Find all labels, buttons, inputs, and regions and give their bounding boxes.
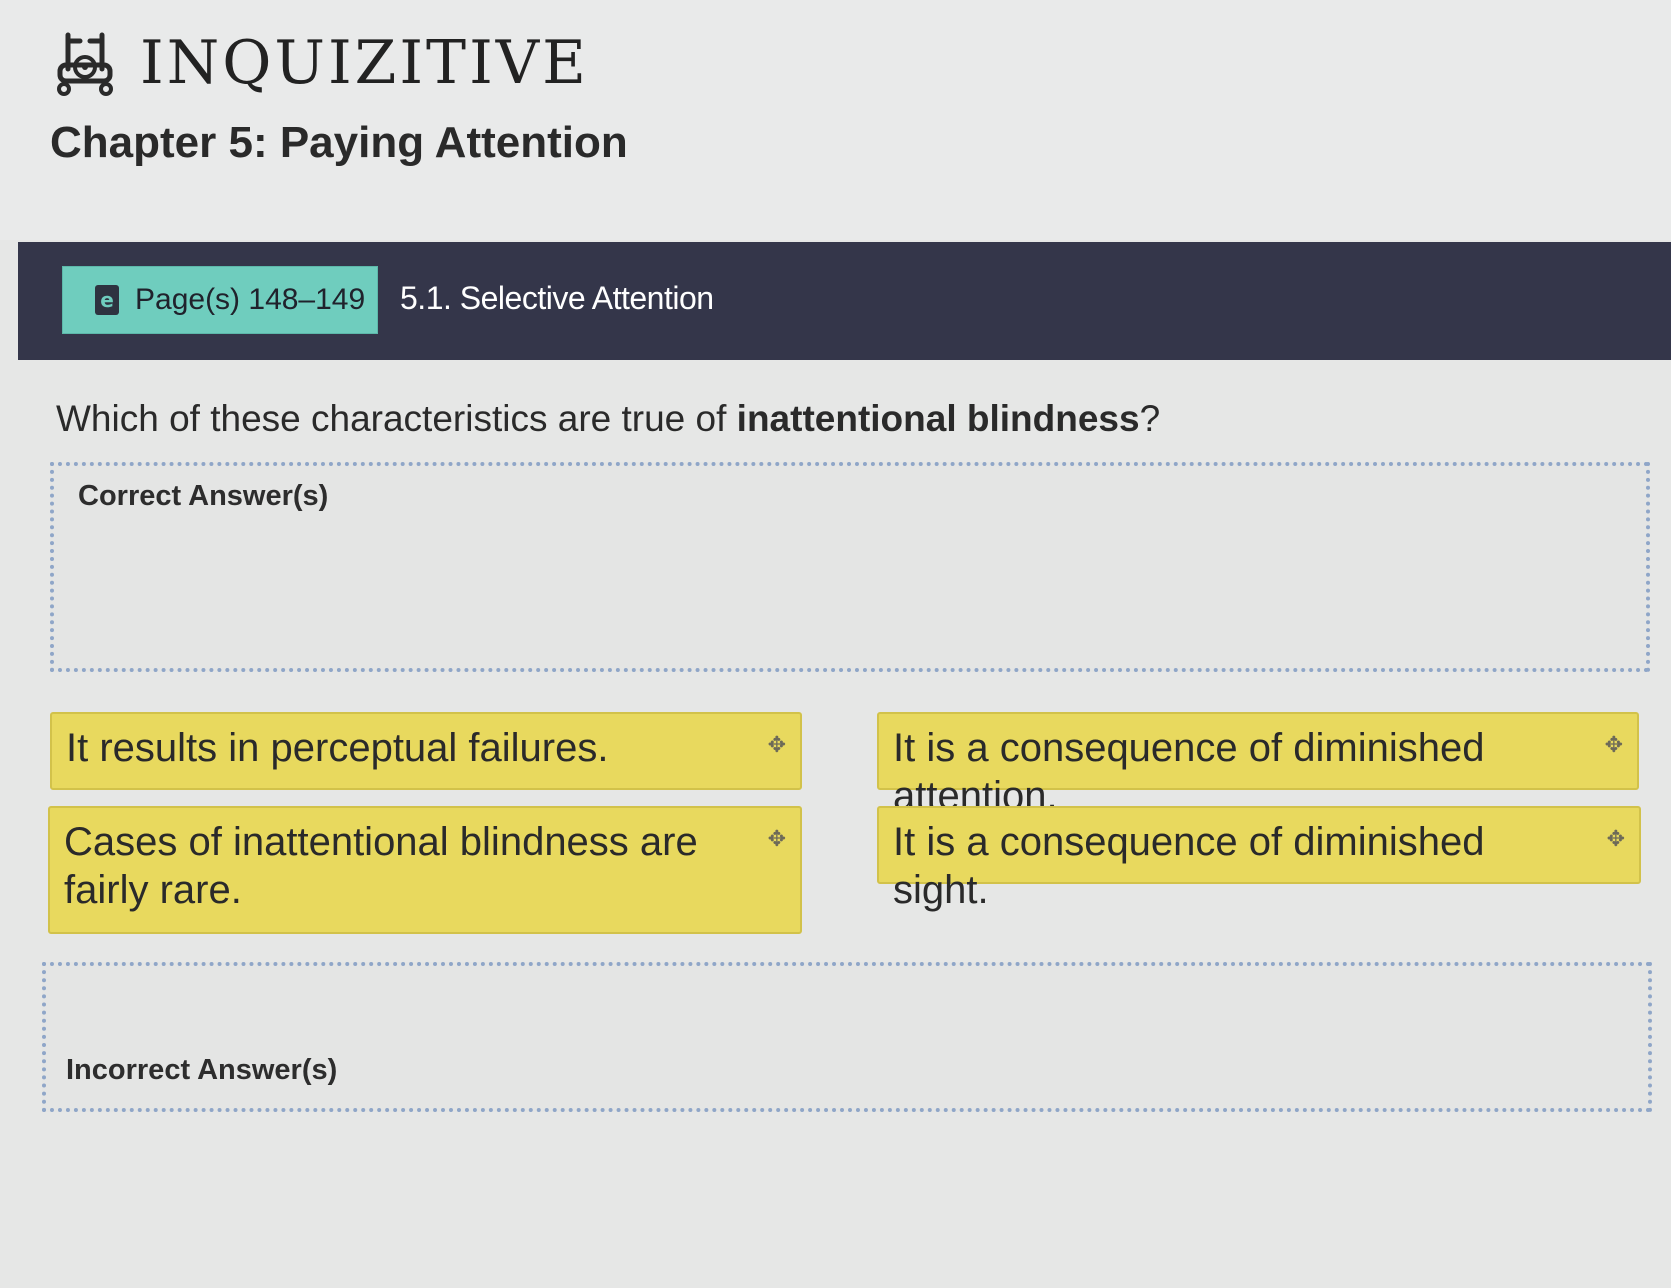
move-icon: ✥ <box>767 827 786 852</box>
answer-card-text: Cases of inattentional blindness are fai… <box>64 820 698 912</box>
brand-name: INQUIZITIVE <box>140 28 589 98</box>
inquizitive-logo-icon <box>50 29 120 97</box>
answer-card-text: It is a consequence of diminished attent… <box>893 726 1485 818</box>
answer-card[interactable]: It is a consequence of diminished attent… <box>877 712 1639 818</box>
incorrect-answers-label: Incorrect Answer(s) <box>66 1054 338 1086</box>
answer-card[interactable]: Cases of inattentional blindness are fai… <box>48 806 802 934</box>
answer-card-text: It results in perceptual failures. <box>66 726 609 770</box>
chapter-title: Chapter 5: Paying Attention <box>50 118 628 167</box>
page-reference-button[interactable]: e Page(s) 148–149 <box>62 266 378 334</box>
correct-answers-dropzone[interactable]: Correct Answer(s) <box>50 462 1650 672</box>
ebook-icon: e <box>95 285 119 315</box>
question-suffix: ? <box>1139 398 1161 439</box>
correct-answers-label: Correct Answer(s) <box>78 480 329 512</box>
topic-bar: e Page(s) 148–149 5.1. Selective Attenti… <box>18 242 1671 360</box>
section-title: 5.1. Selective Attention <box>400 280 714 316</box>
answer-card[interactable]: It results in perceptual failures. ✥ <box>50 712 802 790</box>
brand: INQUIZITIVE <box>50 28 589 98</box>
answer-card-text: It is a consequence of diminished sight. <box>893 820 1485 912</box>
answer-card[interactable]: It is a consequence of diminished sight.… <box>877 806 1641 912</box>
question-prefix: Which of these characteristics are true … <box>56 398 737 439</box>
app-header: INQUIZITIVE Chapter 5: Paying Attention <box>0 0 1671 240</box>
page-reference-label: Page(s) 148–149 <box>135 283 366 316</box>
question-text: Which of these characteristics are true … <box>56 398 1160 440</box>
move-icon: ✥ <box>767 733 786 758</box>
move-icon: ✥ <box>1604 733 1623 758</box>
move-icon: ✥ <box>1606 827 1625 852</box>
question-emphasis: inattentional blindness <box>736 398 1140 439</box>
incorrect-answers-dropzone[interactable]: Incorrect Answer(s) <box>42 962 1652 1112</box>
